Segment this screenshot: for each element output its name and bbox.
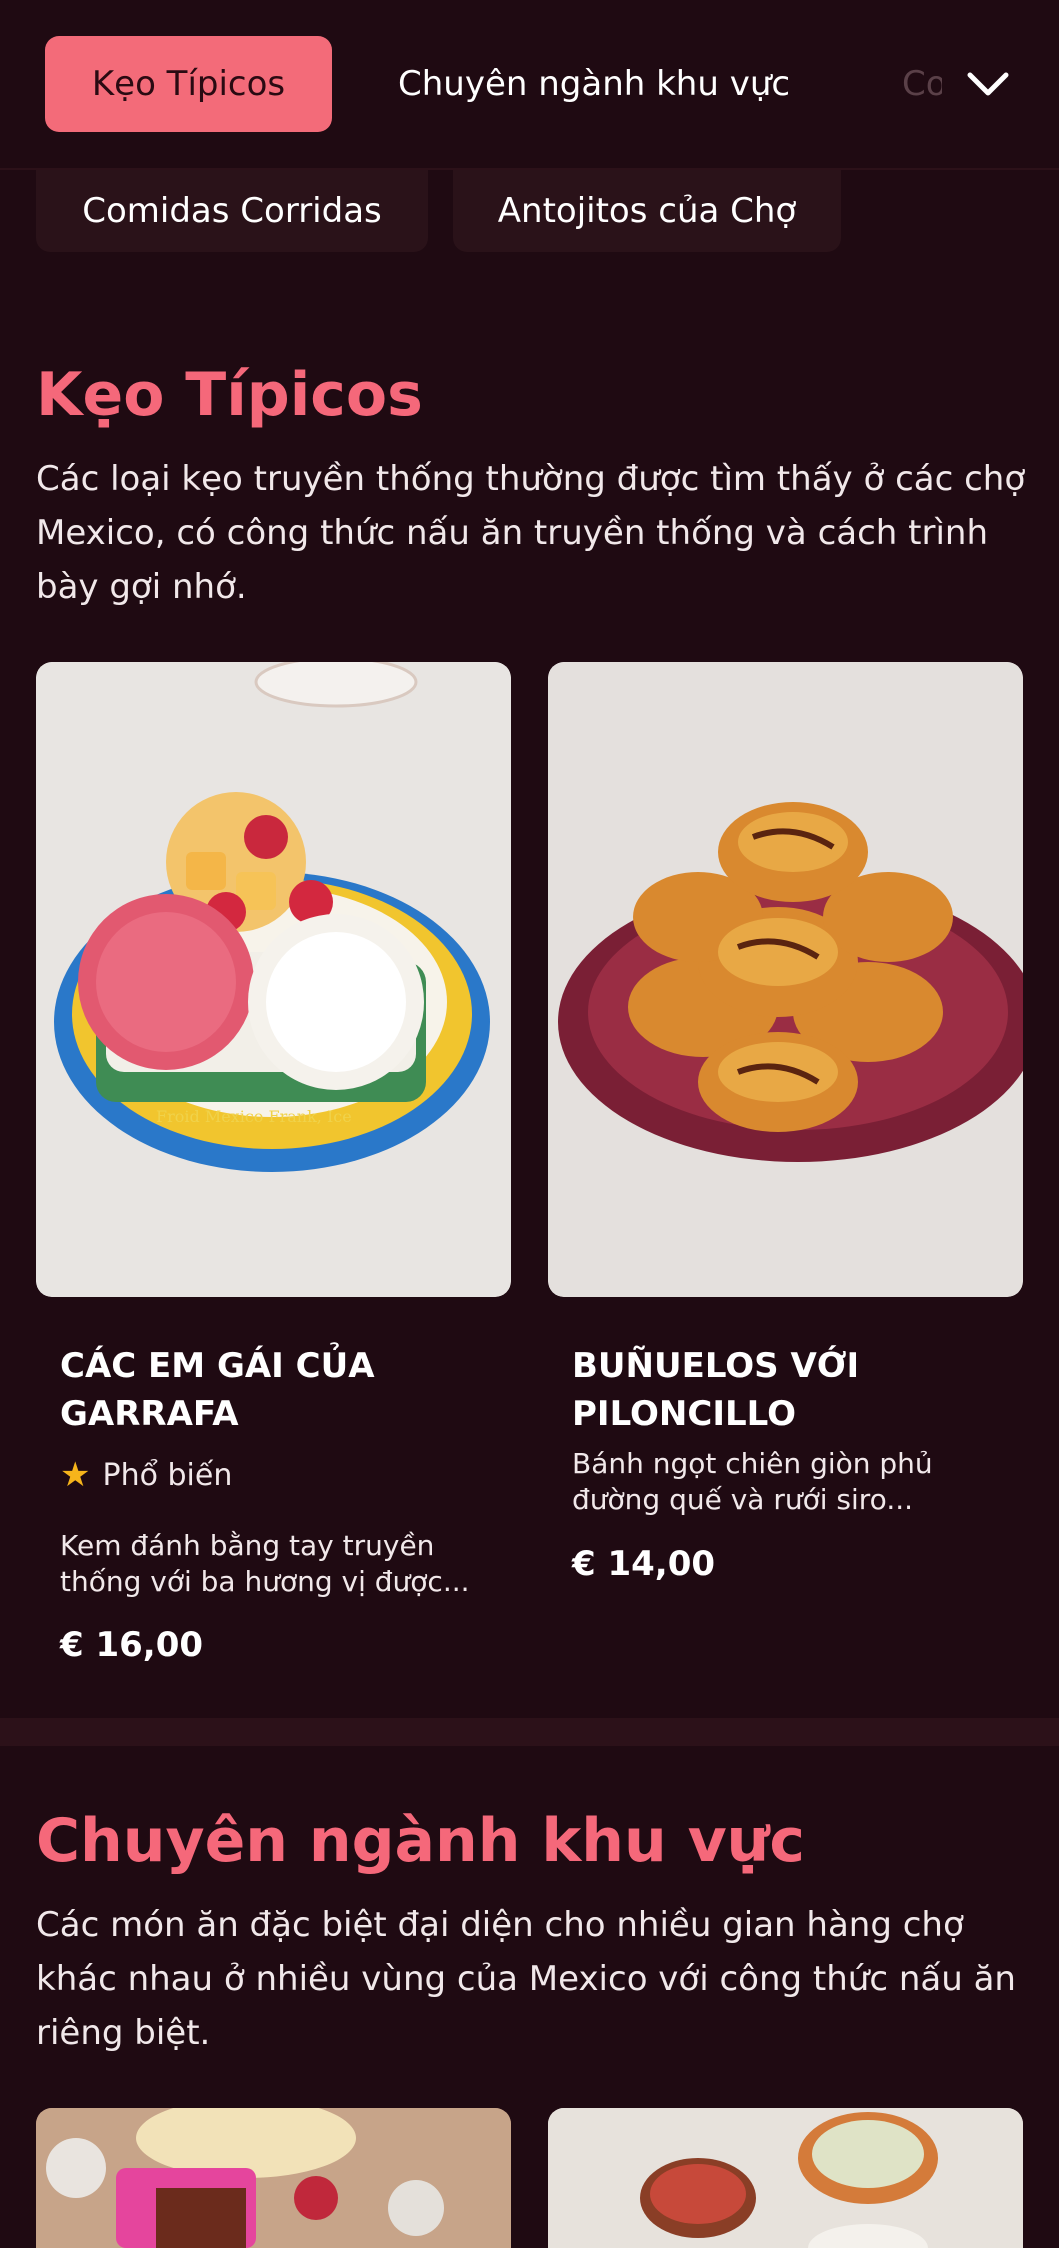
product-price: € 16,00 bbox=[60, 1625, 204, 1665]
desc-line: riêng biệt. bbox=[36, 2013, 211, 2053]
product-price: € 14,00 bbox=[572, 1544, 716, 1584]
desc-line: Bánh ngọt chiên giòn phủ bbox=[572, 1447, 933, 1480]
product-image-regional-platter[interactable] bbox=[36, 2108, 511, 2248]
tab-chuyen-nganh-khu-vuc[interactable]: Chuyên ngành khu vực bbox=[398, 36, 790, 132]
desc-line: Các món ăn đặc biệt đại diện cho nhiều g… bbox=[36, 1905, 964, 1945]
desc-line: Kem đánh bằng tay truyền bbox=[60, 1529, 435, 1562]
title-line: PILONCILLO bbox=[572, 1394, 797, 1434]
title-line: BUÑUELOS VỚI bbox=[572, 1346, 860, 1386]
tab-comidas-corridas-partial[interactable]: Co bbox=[902, 36, 942, 132]
chip-antojitos-cua-cho[interactable]: Antojitos của Chợ bbox=[453, 170, 841, 252]
tab-keo-tipicos[interactable]: Kẹo Típicos bbox=[45, 36, 332, 132]
star-icon: ★ bbox=[60, 1455, 91, 1495]
desc-line: Các loại kẹo truyền thống thường được tì… bbox=[36, 459, 1026, 499]
desc-line: khác nhau ở nhiều vùng của Mexico với cô… bbox=[36, 1959, 1016, 1999]
desc-line: bày gợi nhớ. bbox=[36, 567, 247, 607]
chevron-down-icon[interactable] bbox=[958, 56, 1018, 112]
desc-line: Mexico, có công thức nấu ăn truyền thống… bbox=[36, 513, 988, 553]
popular-badge: ★ Phổ biến bbox=[60, 1455, 232, 1495]
desc-line: đường quế và rưới siro... bbox=[572, 1483, 914, 1516]
product-card[interactable] bbox=[548, 662, 1023, 1297]
section-description: Các loại kẹo truyền thống thường được tì… bbox=[36, 452, 1026, 614]
product-image-regional-bowls[interactable] bbox=[548, 2108, 1023, 2248]
tin-label: Froid Mexico Frank, Ice bbox=[156, 1107, 352, 1126]
product-image-ice-cream: Froid Mexico Frank, Ice bbox=[36, 662, 511, 1297]
product-description: Kem đánh bằng tay truyền thống với ba hư… bbox=[60, 1528, 480, 1600]
product-image-bunuelos bbox=[548, 662, 1023, 1297]
title-line: GARRAFA bbox=[60, 1394, 239, 1434]
desc-line: thống với ba hương vị được... bbox=[60, 1565, 470, 1598]
section-title: Kẹo Típicos bbox=[36, 360, 423, 430]
chip-comidas-corridas[interactable]: Comidas Corridas bbox=[36, 170, 428, 252]
product-title: BUÑUELOS VỚI PILONCILLO bbox=[572, 1342, 992, 1438]
title-line: CÁC EM GÁI CỦA bbox=[60, 1346, 375, 1386]
product-title: CÁC EM GÁI CỦA GARRAFA bbox=[60, 1342, 480, 1438]
category-nav: Kẹo Típicos Chuyên ngành khu vực Co bbox=[0, 0, 1059, 170]
section-description: Các món ăn đặc biệt đại diện cho nhiều g… bbox=[36, 1898, 1026, 2060]
badge-label: Phổ biến bbox=[102, 1457, 233, 1493]
product-card[interactable]: Froid Mexico Frank, Ice bbox=[36, 662, 511, 1297]
section-divider bbox=[0, 1718, 1059, 1746]
product-description: Bánh ngọt chiên giòn phủ đường quế và rư… bbox=[572, 1446, 992, 1518]
section-title: Chuyên ngành khu vực bbox=[36, 1806, 805, 1876]
